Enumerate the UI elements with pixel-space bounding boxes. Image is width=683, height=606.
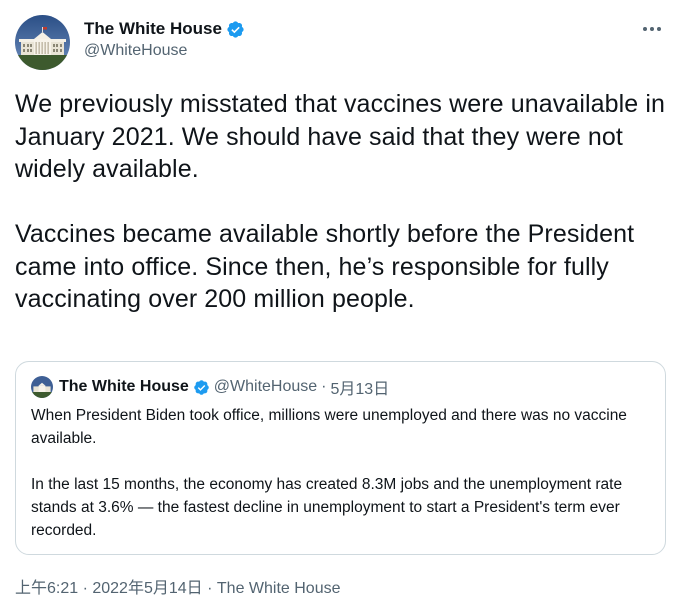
- tweet-text: We previously misstated that vaccines we…: [15, 90, 665, 313]
- quoted-tweet-text: When President Biden took office, millio…: [31, 407, 627, 539]
- separator-dot: ·: [207, 580, 213, 597]
- tweet-card: The White House @WhiteHouse We previousl…: [0, 0, 683, 606]
- separator-dot: ·: [321, 378, 327, 395]
- white-house-building-icon: [31, 376, 53, 398]
- quoted-author-display-name: The White House: [59, 378, 189, 395]
- tweet-metadata: 上午6:21 · 2022年5月14日 · The White House: [15, 574, 341, 598]
- author-display-name[interactable]: The White House: [84, 19, 222, 39]
- tweet-timestamp-link[interactable]: 上午6:21 · 2022年5月14日: [15, 580, 203, 597]
- white-house-building-icon: [15, 15, 70, 70]
- quoted-author-handle: @WhiteHouse: [213, 378, 318, 395]
- author-info: The White House @WhiteHouse: [84, 17, 245, 60]
- quoted-tweet-header: The White House @WhiteHouse · 5月13日: [31, 376, 389, 398]
- author-handle[interactable]: @WhiteHouse: [84, 42, 245, 60]
- tweet-source-link[interactable]: The White House: [217, 580, 341, 597]
- quoted-tweet[interactable]: The White House @WhiteHouse · 5月13日 When…: [15, 361, 666, 555]
- verified-badge-icon: [193, 379, 210, 396]
- quoted-tweet-date: 5月13日: [330, 381, 390, 398]
- more-options-icon[interactable]: [641, 18, 663, 40]
- quoted-author-avatar: [31, 376, 53, 398]
- verified-badge-icon: [226, 20, 245, 39]
- author-avatar[interactable]: [15, 15, 70, 70]
